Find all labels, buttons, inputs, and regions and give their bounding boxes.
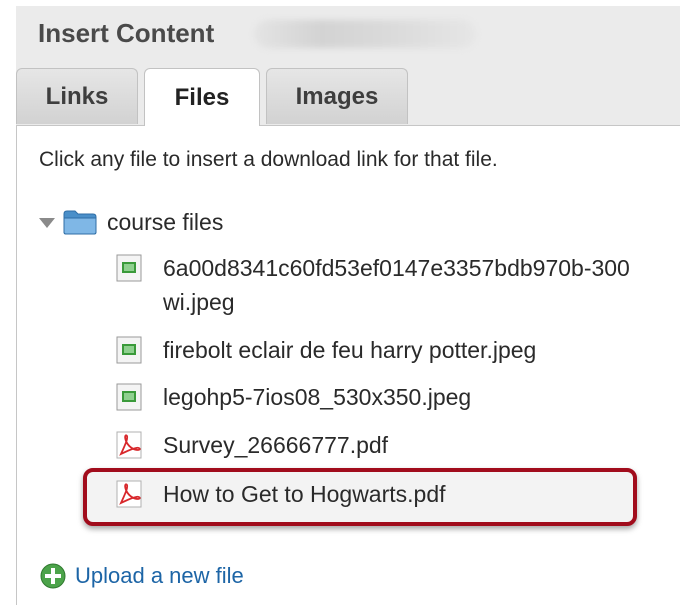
tab-links[interactable]: Links: [16, 68, 138, 124]
panel-title: Insert Content: [38, 18, 215, 48]
image-file-icon: [116, 254, 142, 282]
add-circle-icon[interactable]: [39, 562, 67, 590]
file-item[interactable]: 6a00d8341c60fd53ef0147e3357bdb970b-300wi…: [115, 254, 643, 319]
file-item[interactable]: legohp5-7ios08_530x350.jpeg: [115, 383, 471, 414]
tab-files[interactable]: Files: [144, 68, 260, 126]
pdf-file-icon: [116, 480, 142, 508]
file-item-highlighted[interactable]: How to Get to Hogwarts.pdf: [115, 480, 446, 511]
files-tab-panel: Click any file to insert a download link…: [16, 126, 680, 605]
upload-row[interactable]: Upload a new file: [39, 562, 244, 590]
instructions-text: Click any file to insert a download link…: [39, 148, 498, 171]
pdf-file-icon: [116, 431, 142, 459]
file-name: How to Get to Hogwarts.pdf: [163, 481, 446, 507]
expand-triangle-icon[interactable]: [39, 218, 55, 228]
image-file-icon: [116, 383, 142, 411]
tab-images[interactable]: Images: [266, 68, 408, 124]
redacted-course-name: [254, 20, 476, 48]
file-name: Survey_26666777.pdf: [163, 432, 389, 458]
content-tabs: Links Files Images: [16, 64, 680, 126]
upload-new-file-link[interactable]: Upload a new file: [75, 563, 244, 589]
file-name: 6a00d8341c60fd53ef0147e3357bdb970b-300wi…: [163, 255, 630, 315]
file-item[interactable]: Survey_26666777.pdf: [115, 431, 388, 462]
file-name: legohp5-7ios08_530x350.jpeg: [163, 384, 472, 410]
folder-icon: [63, 210, 97, 235]
folder-course-files[interactable]: course files: [39, 206, 223, 238]
image-file-icon: [116, 336, 142, 364]
insert-content-header: Insert Content: [16, 6, 680, 64]
file-name: firebolt eclair de feu harry potter.jpeg: [163, 337, 537, 363]
file-item[interactable]: firebolt eclair de feu harry potter.jpeg: [115, 336, 536, 367]
folder-label: course files: [107, 208, 224, 235]
